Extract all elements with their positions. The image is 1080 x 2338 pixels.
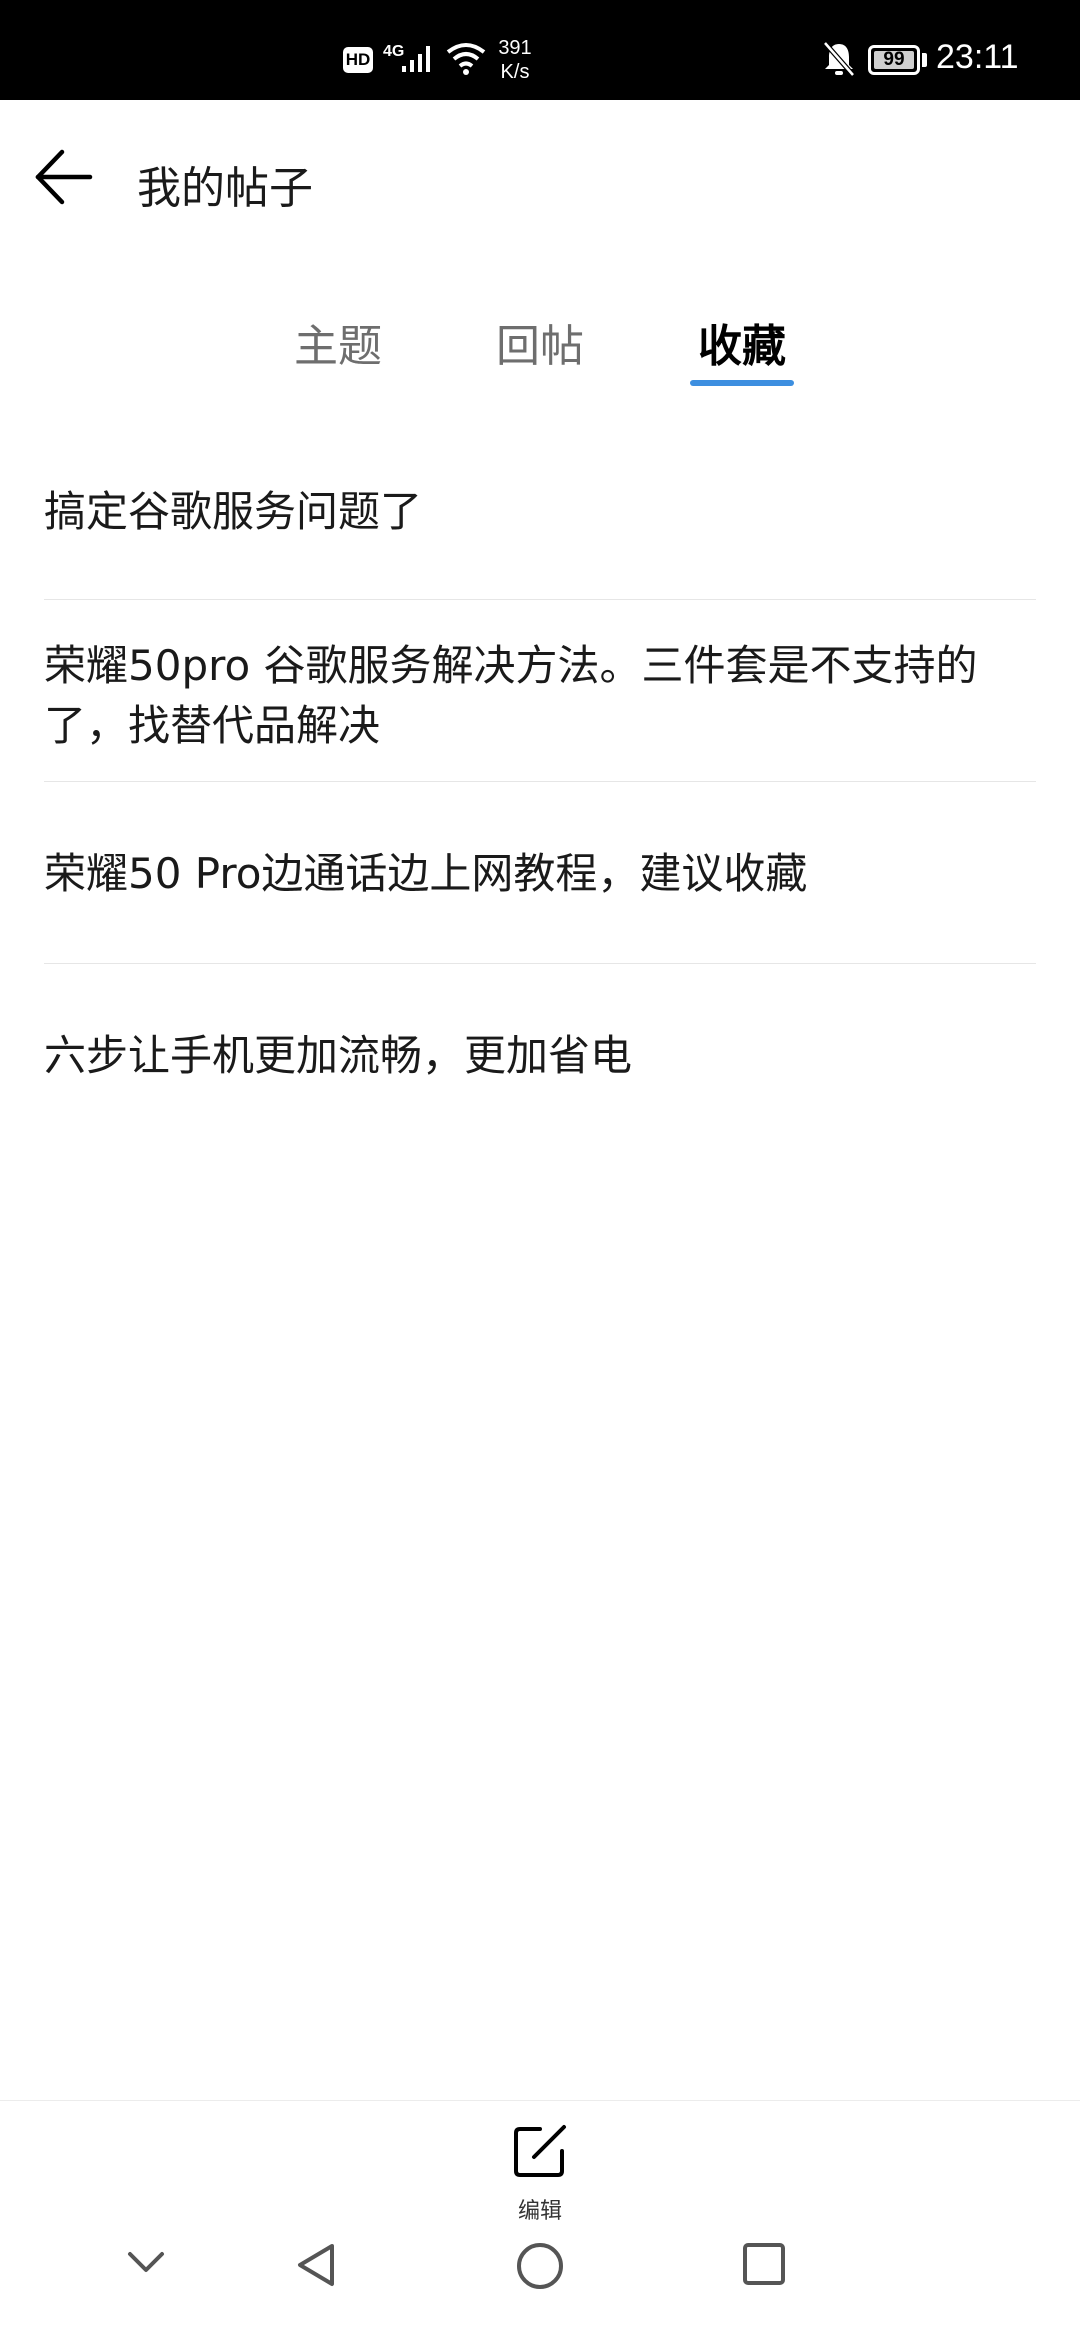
bell-muted-icon bbox=[823, 41, 855, 77]
list-item[interactable]: 荣耀50pro 谷歌服务解决方法。三件套是不支持的了，找替代品解决 bbox=[44, 600, 1036, 782]
edit-button[interactable]: 编辑 bbox=[490, 2111, 590, 2224]
home-circle-icon[interactable] bbox=[514, 2240, 566, 2292]
page-title: 我的帖子 bbox=[137, 163, 313, 214]
speed-value: 391 bbox=[498, 37, 532, 59]
tab-topics[interactable]: 主题 bbox=[258, 310, 418, 374]
arrow-left-icon bbox=[35, 149, 93, 205]
post-title: 荣耀50 Pro边通话边上网教程，建议收藏 bbox=[44, 849, 808, 898]
clock: 23:11 bbox=[936, 38, 1019, 76]
tab-active-indicator bbox=[690, 380, 794, 386]
list-item[interactable]: 搞定谷歌服务问题了 bbox=[44, 420, 1036, 600]
back-triangle-icon[interactable] bbox=[292, 2240, 342, 2290]
battery-tip bbox=[922, 53, 927, 67]
list-item[interactable]: 六步让手机更加流畅，更加省电 bbox=[44, 964, 1036, 1145]
chevron-down-icon[interactable] bbox=[124, 2240, 168, 2284]
status-bar: HD 4G 391 K/s 99 23:11 bbox=[0, 0, 1080, 100]
bottom-action-bar: 编辑 bbox=[0, 2100, 1080, 2224]
app-header: 我的帖子 bbox=[0, 100, 1080, 260]
system-nav-bar bbox=[0, 2210, 1080, 2338]
network-speed: 391 K/s bbox=[494, 36, 536, 84]
tab-bar: 主题 回帖 收藏 bbox=[0, 300, 1080, 400]
battery-level: 99 bbox=[874, 50, 914, 69]
recents-square-icon[interactable] bbox=[740, 2240, 788, 2288]
post-title: 荣耀50pro 谷歌服务解决方法。三件套是不支持的了，找替代品解决 bbox=[44, 641, 978, 750]
speed-unit: K/s bbox=[500, 61, 530, 83]
edit-icon bbox=[514, 2125, 566, 2177]
hd-badge: HD bbox=[343, 47, 373, 73]
tab-replies[interactable]: 回帖 bbox=[460, 310, 620, 374]
battery-icon: 99 bbox=[868, 45, 920, 75]
post-title: 六步让手机更加流畅，更加省电 bbox=[44, 1031, 633, 1080]
wifi-icon bbox=[446, 43, 486, 75]
post-title: 搞定谷歌服务问题了 bbox=[44, 487, 423, 536]
back-button[interactable] bbox=[28, 142, 108, 222]
tab-favorites[interactable]: 收藏 bbox=[662, 310, 822, 374]
list-item[interactable]: 荣耀50 Pro边通话边上网教程，建议收藏 bbox=[44, 782, 1036, 964]
signal-icon bbox=[402, 46, 430, 72]
post-list: 搞定谷歌服务问题了 荣耀50pro 谷歌服务解决方法。三件套是不支持的了，找替代… bbox=[44, 420, 1036, 1145]
